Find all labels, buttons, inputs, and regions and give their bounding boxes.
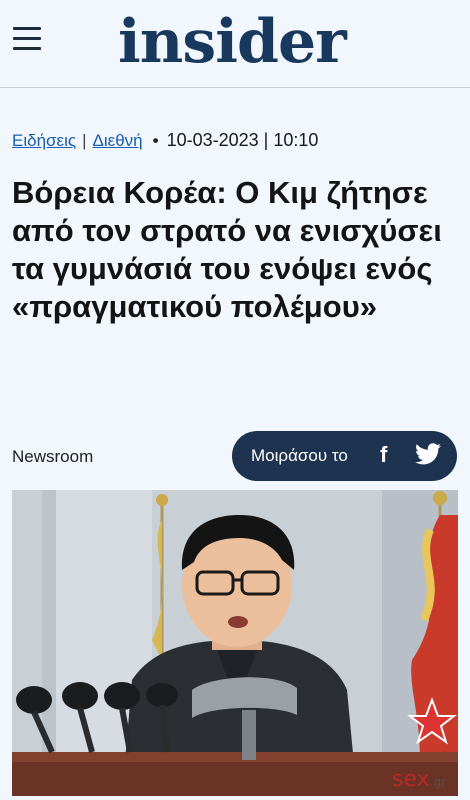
article-headline: Βόρεια Κορέα: Ο Κιμ ζήτησε από τον στρατ… xyxy=(12,175,442,324)
meta-bullet: • xyxy=(152,130,159,150)
site-header: insider xyxy=(0,0,470,88)
publish-datetime: 10-03-2023 | 10:10 xyxy=(166,130,319,150)
facebook-icon[interactable]: f xyxy=(380,442,387,468)
article-meta: Ειδήσεις | Διεθνή • 10-03-2023 | 10:10 xyxy=(12,130,318,151)
watermark-logo: sex.gr xyxy=(392,767,446,792)
photo-illustration xyxy=(12,490,458,796)
site-logo[interactable]: insider xyxy=(118,4,347,80)
share-label: Μοιράσου το xyxy=(251,446,348,465)
article-author: Newsroom xyxy=(12,447,94,466)
twitter-icon[interactable] xyxy=(415,443,441,465)
category-link-international[interactable]: Διεθνή xyxy=(93,131,143,151)
share-button[interactable]: Μοιράσου το f xyxy=(232,431,457,481)
watermark-tld: .gr xyxy=(429,775,446,789)
hamburger-menu-icon[interactable] xyxy=(13,27,41,53)
meta-separator: | xyxy=(82,130,87,150)
article-photo: sex.gr xyxy=(12,490,458,796)
watermark-text: sex xyxy=(391,767,430,792)
category-link-news[interactable]: Ειδήσεις xyxy=(12,131,76,151)
